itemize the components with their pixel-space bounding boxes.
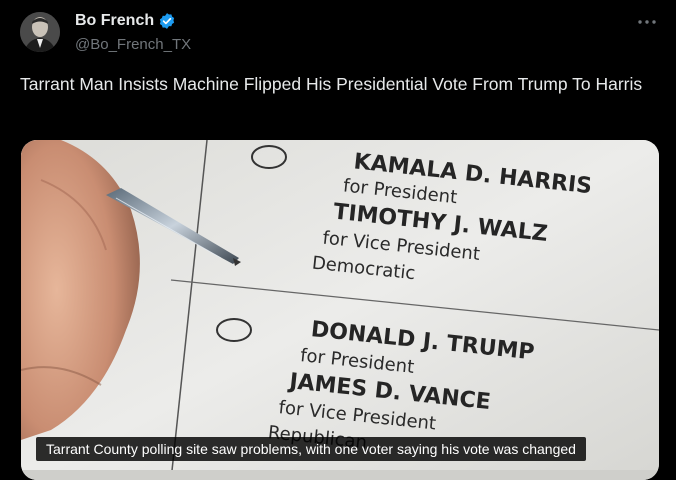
avatar[interactable] <box>20 12 60 52</box>
author-display-name[interactable]: Bo French <box>75 12 154 30</box>
tweet-text: Tarrant Man Insists Machine Flipped His … <box>20 74 643 94</box>
verified-badge-icon <box>158 12 176 30</box>
more-options-icon[interactable] <box>636 14 658 30</box>
author-handle[interactable]: @Bo_French_TX <box>75 36 191 53</box>
video-caption: Tarrant County polling site saw problems… <box>36 437 586 461</box>
ballot-image: KAMALA D. HARRIS for President TIMOTHY J… <box>21 140 659 480</box>
tweet-media-video[interactable]: KAMALA D. HARRIS for President TIMOTHY J… <box>21 140 659 480</box>
author-name-row: Bo French <box>75 12 176 30</box>
